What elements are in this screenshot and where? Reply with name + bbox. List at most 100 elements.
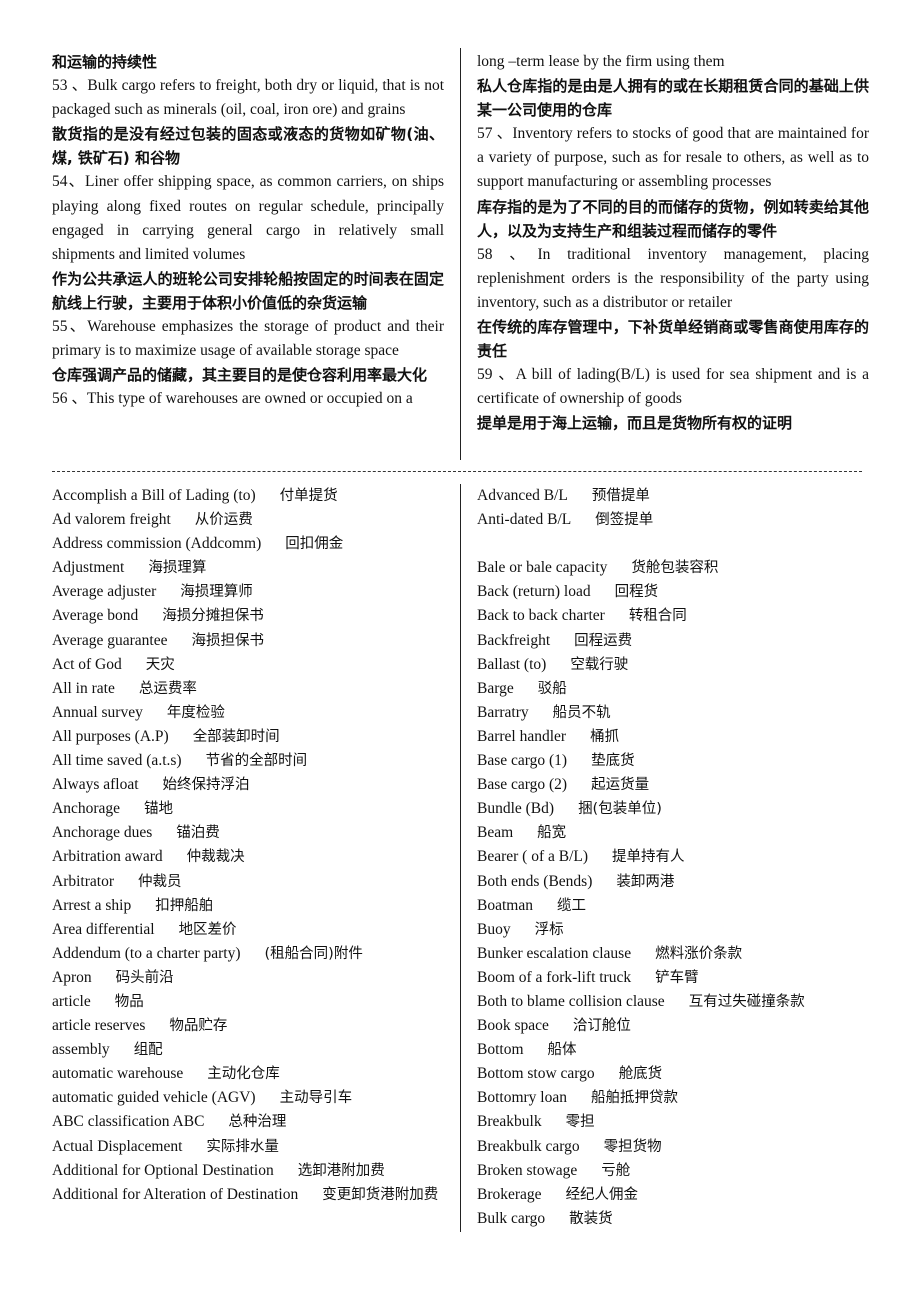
glossary-entry: Average guarantee 海损担保书: [52, 629, 444, 653]
glossary-term: Bulk cargo: [477, 1209, 546, 1227]
glossary-translation: 变更卸货港附加费: [322, 1186, 439, 1203]
glossary-entry: Area differential 地区差价: [52, 918, 444, 942]
glossary-term: Base cargo (2): [477, 776, 568, 794]
top-left-column: 和运输的持续性 53 、Bulk cargo refers to freight,…: [52, 50, 444, 411]
glossary-translation: 主动导引车: [279, 1090, 353, 1107]
glossary-term: Both to blame collision clause: [477, 992, 665, 1010]
glossary-translation: 船宽: [537, 825, 567, 842]
glossary-term: Act of God: [52, 655, 122, 673]
glossary-entry: Address commission (Addcomm) 回扣佣金: [52, 532, 444, 556]
glossary-translation: 主动化仓库: [207, 1066, 280, 1083]
glossary-entry: [477, 532, 869, 556]
glossary-term: Additional for Alteration of Destination: [52, 1185, 299, 1203]
glossary-translation: 零担: [565, 1114, 595, 1131]
glossary-entry: Breakbulk 零担: [477, 1110, 869, 1134]
glossary-translation: 回程货: [614, 584, 659, 601]
chinese-translation: 作为公共承运人的班轮公司安排轮船按固定的时间表在固定航线上行驶，主要用于体积小价…: [52, 269, 444, 312]
glossary-entry: All time saved (a.t.s) 节省的全部时间: [52, 749, 444, 773]
english-sentence: 54、Liner offer shipping space, as common…: [52, 173, 444, 263]
glossary-term: Broken stowage: [477, 1161, 578, 1179]
glossary-term: Anchorage: [52, 800, 120, 818]
glossary-term: All time saved (a.t.s): [52, 752, 182, 770]
glossary-term: Average guarantee: [52, 631, 168, 649]
glossary-translation: 散装货: [569, 1210, 613, 1227]
dashed-separator: [52, 471, 862, 472]
glossary-entry: Always afloat 始终保持浮泊: [52, 773, 444, 797]
glossary-entry: Backfreight 回程运费: [477, 629, 869, 653]
glossary-translation: 仲裁员: [137, 873, 182, 890]
glossary-term: Bundle (Bd): [477, 800, 555, 818]
glossary-term: Beam: [477, 824, 514, 842]
glossary-translation: 桶抓: [590, 728, 620, 745]
glossary-term: Boatman: [477, 896, 533, 914]
glossary-term: Arrest a ship: [52, 896, 132, 914]
glossary-term: Advanced B/L: [477, 487, 568, 504]
glossary-entry: article reserves 物品贮存: [52, 1014, 444, 1038]
glossary-translation: 船员不轨: [552, 704, 611, 721]
glossary-translation: 装卸两港: [616, 873, 675, 890]
glossary-term: Accomplish a Bill of Lading (to): [52, 487, 256, 504]
glossary-term: Anchorage dues: [52, 824, 153, 842]
glossary-term: assembly: [52, 1041, 110, 1059]
glossary-translation: 实际排水量: [206, 1138, 279, 1155]
glossary-entry: Bottomry loan 船舶抵押贷款: [477, 1086, 869, 1110]
glossary-translation: 浮标: [534, 921, 564, 938]
glossary-term: Anti-dated B/L: [477, 511, 572, 529]
glossary-term: article: [52, 992, 91, 1010]
glossary-term: Additional for Optional Destination: [52, 1161, 274, 1179]
glossary-translation: 起运货量: [591, 777, 650, 794]
glossary-term: Ballast (to): [477, 655, 547, 673]
glossary-term: All in rate: [52, 679, 115, 697]
glossary-term: Annual survey: [52, 703, 143, 721]
glossary-translation: 全部装卸时间: [192, 728, 280, 745]
glossary-term: Bottom: [477, 1041, 524, 1059]
glossary-translation: 年度检验: [166, 704, 225, 721]
glossary-entry: automatic guided vehicle (AGV) 主动导引车: [52, 1086, 444, 1110]
glossary-term: Back to back charter: [477, 607, 605, 625]
glossary-entry: All in rate 总运费率: [52, 677, 444, 701]
glossary-translation: 节省的全部时间: [205, 753, 308, 770]
glossary-term: Always afloat: [52, 776, 139, 794]
english-sentence: 53 、Bulk cargo refers to freight, both d…: [52, 77, 444, 119]
top-right-column: long –term lease by the firm using them 私…: [477, 50, 869, 436]
glossary-translation: 船体: [547, 1042, 577, 1059]
glossary-translation: 组配: [133, 1042, 163, 1059]
glossary-translation: 洽订舱位: [572, 1018, 631, 1035]
glossary-translation: 燃料涨价条款: [655, 945, 743, 962]
glossary-term: automatic guided vehicle (AGV): [52, 1089, 256, 1107]
glossary-entry: Barratry 船员不轨: [477, 701, 869, 725]
glossary-translation: 船舶抵押贷款: [590, 1090, 678, 1107]
glossary-term: Base cargo (1): [477, 752, 568, 770]
glossary-translation: 码头前沿: [115, 969, 174, 986]
glossary-entry: Actual Displacement 实际排水量: [52, 1135, 444, 1159]
glossary-entry: Average adjuster 海损理算师: [52, 580, 444, 604]
glossary-entry: Barge 驳船: [477, 677, 869, 701]
glossary-translation: 天灾: [145, 656, 175, 673]
glossary-entry: Bulk cargo 散装货: [477, 1207, 869, 1231]
glossary-entry: ABC classification ABC 总种治理: [52, 1110, 444, 1134]
glossary-entry: Beam 船宽: [477, 821, 869, 845]
glossary-term: Barrel handler: [477, 727, 567, 745]
english-sentence: 55、Warehouse emphasizes the storage of p…: [52, 318, 444, 360]
english-sentence: 58 、In traditional inventory management,…: [477, 245, 869, 311]
glossary-term: Bearer ( of a B/L): [477, 848, 589, 866]
glossary-term: Backfreight: [477, 631, 551, 649]
glossary-term: automatic warehouse: [52, 1065, 184, 1083]
glossary-translation: 回程运费: [574, 632, 633, 649]
glossary-entry: Addendum (to a charter party) (租船合同)附件: [52, 942, 444, 966]
glossary-term: Bale or bale capacity: [477, 559, 608, 577]
glossary-translation: 空载行驶: [570, 656, 629, 673]
glossary-translation: 零担货物: [603, 1138, 662, 1155]
glossary-translation: 总运费率: [138, 680, 197, 697]
glossary-entry: Bale or bale capacity 货舱包装容积: [477, 556, 869, 580]
glossary-term: Barge: [477, 679, 514, 697]
glossary-entry: Annual survey 年度检验: [52, 701, 444, 725]
glossary-translation: 海损担保书: [191, 632, 264, 649]
glossary-entry: Brokerage 经纪人佣金: [477, 1183, 869, 1207]
glossary-translation: 垫底货: [591, 753, 635, 770]
glossary-entry: Base cargo (2) 起运货量: [477, 773, 869, 797]
glossary-entry: Additional for Optional Destination 选卸港附加…: [52, 1159, 444, 1183]
glossary-entry: Boom of a fork-lift truck 铲车臂: [477, 966, 869, 990]
glossary-translation: 总种治理: [228, 1114, 287, 1131]
glossary-translation: 舱底货: [618, 1066, 663, 1083]
